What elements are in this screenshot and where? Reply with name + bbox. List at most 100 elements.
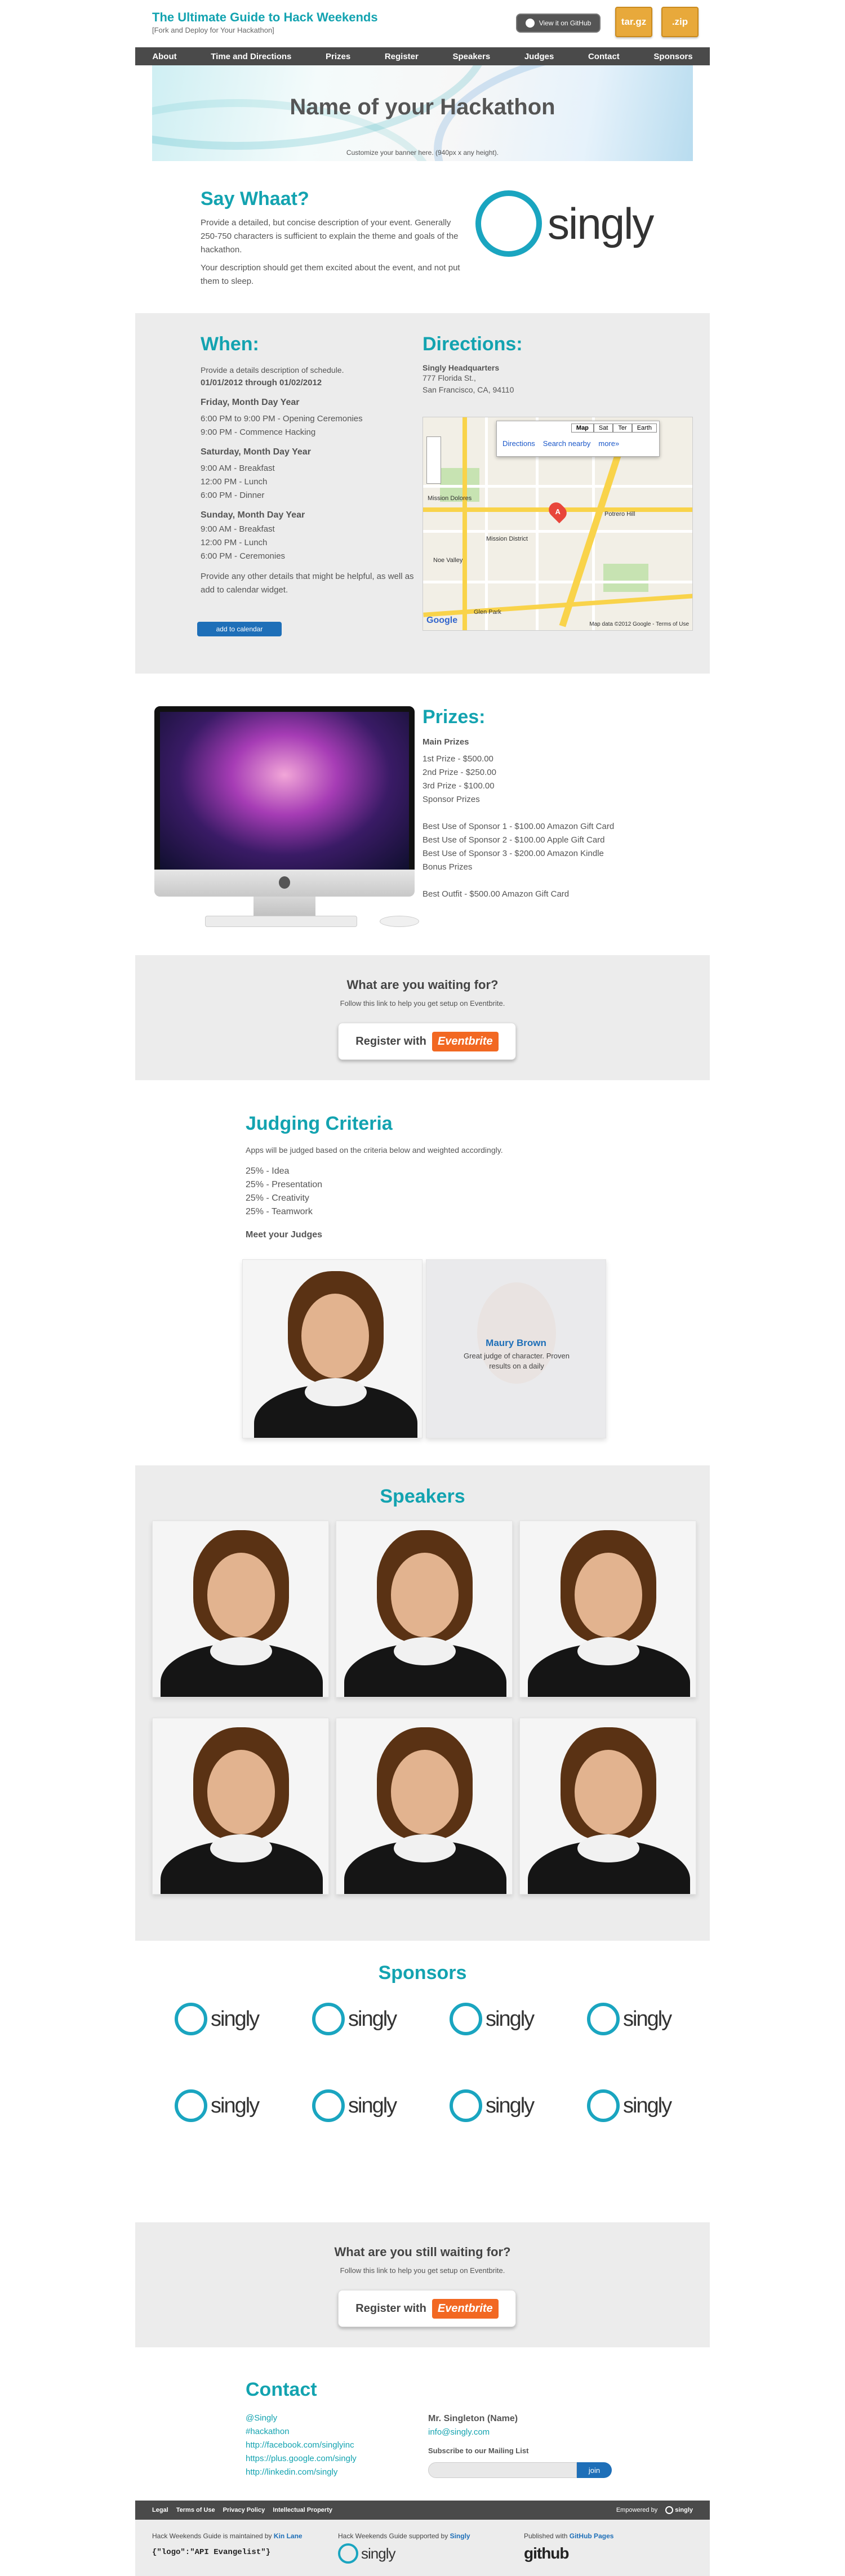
site-title[interactable]: The Ultimate Guide to Hack Weekends [152,10,378,25]
speaker-face [207,1750,275,1834]
download-tar-button[interactable]: tar.gz [615,7,652,37]
footer-terms-link[interactable]: Terms of Use [176,2507,215,2513]
mailing-email-input[interactable] [428,2462,577,2478]
hashtag-link[interactable]: #hackathon [246,2425,357,2439]
sponsor-logo[interactable]: singly [587,2003,672,2035]
join-button[interactable]: join [577,2462,612,2478]
nav-about[interactable]: About [152,52,176,61]
contact-links: @Singly #hackathon http://facebook.com/s… [246,2412,357,2479]
schedule-item: 9:00 AM - Breakfast [201,524,275,534]
footer-ip-link[interactable]: Intellectual Property [273,2507,332,2513]
speaker-photo[interactable] [519,1521,696,1697]
sponsor-logo[interactable]: singly [312,2089,397,2122]
nav-speakers[interactable]: Speakers [452,52,490,61]
facebook-link[interactable]: http://facebook.com/singlyinc [246,2439,357,2452]
map-more-link[interactable]: more» [598,439,619,448]
twitter-link[interactable]: @Singly [246,2412,357,2425]
footer-legal-link[interactable]: Legal [152,2507,168,2513]
download-zip-button[interactable]: .zip [661,7,699,37]
sponsor-logo-text: singly [623,2093,672,2118]
sponsor-logo[interactable]: singly [175,2003,260,2035]
event-dates: 01/01/2012 through 01/02/2012 [201,378,322,387]
empowered-label: Empowered by [616,2507,658,2513]
nav-judges[interactable]: Judges [524,52,554,61]
add-to-calendar-button[interactable]: add to calendar [197,622,282,636]
imac-screen [154,706,415,875]
view-on-github-button[interactable]: View it on GitHub [516,14,601,33]
register-eventbrite-button[interactable]: Register with Eventbrite [338,1023,516,1060]
schedule-item: 9:00 AM - Breakfast [201,463,275,473]
footer-singly-logo[interactable]: singly [338,2543,395,2564]
speaker-photo[interactable] [152,1718,329,1895]
footer-privacy-link[interactable]: Privacy Policy [223,2507,265,2513]
speaker-face [391,1750,459,1834]
github-pages-link[interactable]: GitHub Pages [570,2532,614,2540]
sponsors-section: Sponsors singly singly singly singly singly s… [135,1941,710,2222]
speaker-collar [394,1834,456,1862]
github-logo[interactable]: github [524,2544,570,2562]
api-evangelist-logo[interactable]: {"logo":"API Evangelist"} [152,2548,270,2557]
map-zoom-control[interactable] [426,436,441,484]
nav-contact[interactable]: Contact [588,52,620,61]
map-marker-icon[interactable]: A [545,499,570,524]
register-label: Register with [355,1035,426,1048]
when-directions-section: When: Provide a details description of s… [135,313,710,674]
nav-register[interactable]: Register [385,52,419,61]
empowered-singly-logo[interactable]: singly [665,2506,693,2514]
contact-heading: Contact [246,2379,317,2400]
imac-wallpaper [160,712,409,870]
linkedin-link[interactable]: http://linkedin.com/singly [246,2466,357,2479]
sponsor-logo-text: singly [623,2007,672,2031]
google-map[interactable]: Map Sat Ter Earth Directions Search near… [422,417,693,631]
speakers-section: Speakers [135,1465,710,1941]
speaker-collar [210,1637,272,1665]
sponsor-logo-text: singly [211,2007,260,2031]
directions-heading: Directions: [422,333,523,355]
day-title: Saturday, Month Day Year [201,447,311,457]
speaker-photo[interactable] [336,1718,513,1895]
google-plus-link[interactable]: https://plus.google.com/singly [246,2452,357,2466]
speaker-photo[interactable] [152,1521,329,1697]
judge-photo[interactable]: Maury Brown Great judge of character. Pr… [426,1259,606,1438]
nav-prizes[interactable]: Prizes [326,52,350,61]
prizes-heading: Prizes: [422,706,486,728]
register-heading: What are you still waiting for? [334,2245,511,2259]
site-subtitle: [Fork and Deploy for Your Hackathon] [152,26,274,34]
sponsor-logo[interactable]: singly [312,2003,397,2035]
criteria-item: 25% - Teamwork [246,1207,313,1216]
speaker-face [575,1750,642,1834]
supporter-link[interactable]: Singly [450,2532,470,2540]
nav-sponsors[interactable]: Sponsors [653,52,692,61]
register-eventbrite-button[interactable]: Register with Eventbrite [338,2290,516,2327]
judging-heading: Judging Criteria [246,1113,393,1134]
map-tab-sat[interactable]: Sat [593,424,613,433]
map-directions-link[interactable]: Directions [502,439,535,448]
map-tab-ter[interactable]: Ter [613,424,632,433]
judge-photo[interactable] [242,1259,422,1438]
map-tab-earth[interactable]: Earth [631,424,657,433]
sponsor-logo[interactable]: singly [587,2089,672,2122]
map-type-tabs: Map Sat Ter Earth [571,424,657,433]
maintainer-link[interactable]: Kin Lane [274,2532,303,2540]
judge-face [301,1294,369,1378]
sponsor-logo[interactable]: singly [175,2089,260,2122]
mouse-icon [380,916,419,927]
speaker-photo[interactable] [519,1718,696,1895]
main-prizes-list: 1st Prize - $500.00 2nd Prize - $250.00 … [422,752,687,806]
judge-name[interactable]: Maury Brown [426,1338,606,1349]
sponsor-logo[interactable]: singly [450,2089,535,2122]
map-search-nearby-link[interactable]: Search nearby [543,439,591,448]
map-highway [462,417,467,630]
contact-email[interactable]: info@singly.com [428,2427,490,2437]
nav-time-and-directions[interactable]: Time and Directions [211,52,291,61]
speaker-photo[interactable] [336,1521,513,1697]
sponsor-logo-text: singly [486,2007,535,2031]
sponsor-logo[interactable]: singly [450,2003,535,2035]
published-text: Published with [524,2532,568,2540]
map-attribution[interactable]: Map data ©2012 Google - Terms of Use [589,621,689,627]
speaker-collar [394,1637,456,1665]
speaker-collar [577,1637,639,1665]
map-tab-map[interactable]: Map [571,424,594,433]
supported-text: Hack Weekends Guide supported by [338,2532,448,2540]
google-logo: Google [426,616,458,625]
